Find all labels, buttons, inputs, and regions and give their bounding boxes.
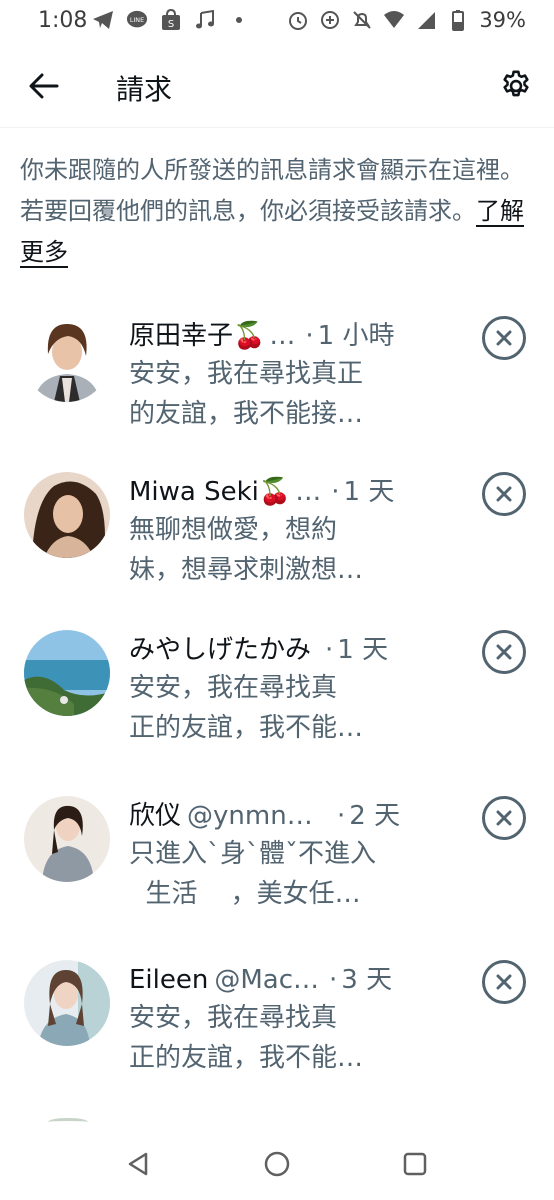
sender-name: 原田幸子🍒	[129, 321, 266, 351]
sender-name: Miwa Seki🍒	[129, 477, 292, 507]
back-triangle-icon	[128, 1152, 148, 1176]
request-time: 1 小時	[317, 321, 395, 351]
close-circle-icon	[496, 974, 512, 990]
intro-description: 你未跟隨的人所發送的訊息請求會顯示在這裡。若要回覆他們的訊息，你必須接受該請求。	[20, 156, 524, 225]
dot-icon	[228, 9, 250, 31]
battery-percent: 39%	[479, 8, 526, 32]
separator-dot: ·	[329, 965, 338, 995]
request-item[interactable]: 原田幸子🍒 … · 1 小時 安安，我在尋找真正 的友誼，我不能接…	[0, 316, 554, 476]
nav-back-button[interactable]	[120, 1146, 156, 1182]
request-item[interactable]: Eileen @Mac… · 3 天 安安，我在尋找真 正的友誼，我不能…	[0, 960, 554, 1120]
message-preview: 無聊想做愛，想約 妹，想尋求刺激想…	[129, 515, 364, 585]
separator-dot: ·	[325, 635, 334, 665]
partial-avatar	[48, 1118, 88, 1126]
avatar[interactable]	[24, 796, 110, 882]
gear-icon	[503, 70, 529, 97]
home-circle-icon	[264, 1151, 290, 1177]
nav-recents-button[interactable]	[397, 1146, 433, 1182]
separator-dot: ·	[305, 321, 314, 351]
app-bar: 請求	[0, 44, 554, 128]
nav-home-button[interactable]	[259, 1146, 295, 1182]
status-time: 1:08	[38, 8, 88, 33]
separator-dot: ·	[331, 477, 340, 507]
request-time: 2 天	[349, 801, 401, 831]
request-time: 3 天	[341, 965, 393, 995]
separator-dot: ·	[337, 801, 346, 831]
reject-request-button[interactable]	[482, 472, 526, 516]
request-header: Miwa Seki🍒 … · 1 天	[129, 472, 429, 512]
request-header: Eileen @Mac… · 3 天	[129, 960, 429, 1000]
reject-request-button[interactable]	[482, 960, 526, 1004]
avatar[interactable]	[24, 472, 110, 558]
back-button[interactable]	[24, 66, 64, 106]
close-circle-icon	[496, 330, 512, 346]
close-circle-icon	[496, 486, 512, 502]
reject-request-button[interactable]	[482, 796, 526, 840]
battery-icon	[447, 9, 469, 31]
avatar[interactable]	[24, 960, 110, 1046]
svg-text:LINE: LINE	[130, 16, 144, 24]
avatar[interactable]	[24, 630, 110, 716]
message-preview: 只進入ˋ身ˋ體ˇ不進入 生活 ，美女任…	[129, 839, 377, 909]
reject-request-button[interactable]	[482, 630, 526, 674]
avatar[interactable]	[24, 316, 110, 402]
mute-icon	[351, 9, 373, 31]
sender-name: 欣仪	[129, 801, 182, 831]
reject-request-button[interactable]	[482, 316, 526, 360]
settings-button[interactable]	[494, 64, 538, 108]
message-preview: 安安，我在尋找真正 的友誼，我不能接…	[129, 359, 364, 429]
sender-handle: @Mac…	[214, 965, 320, 995]
request-item[interactable]: 欣仪 @ynmng… · 2 天 只進入ˋ身ˋ體ˇ不進入 生活 ，美女任…	[0, 796, 554, 956]
request-header: みやしげたかみ · 1 天	[129, 630, 429, 670]
page-title: 請求	[116, 73, 173, 106]
status-bar: 1:08 LINE S 39%	[0, 0, 554, 44]
request-item[interactable]: Miwa Seki🍒 … · 1 天 無聊想做愛，想約 妹，想尋求刺激想…	[0, 472, 554, 632]
recents-square-icon	[403, 1152, 427, 1176]
shopee-icon: S	[160, 9, 182, 31]
close-circle-icon	[496, 810, 512, 826]
name-ellipsis: …	[295, 477, 322, 507]
telegram-icon	[92, 9, 114, 31]
intro-text: 你未跟隨的人所發送的訊息請求會顯示在這裡。若要回覆他們的訊息，你必須接受該請求。…	[20, 150, 530, 273]
request-time: 1 天	[343, 477, 395, 507]
status-left-icons: LINE S	[92, 9, 250, 31]
request-header: 原田幸子🍒 … · 1 小時	[129, 316, 429, 356]
arrow-left-icon	[29, 73, 59, 99]
wifi-icon	[383, 9, 405, 31]
request-header: 欣仪 @ynmng… · 2 天	[129, 796, 429, 836]
message-preview: 安安，我在尋找真 正的友誼，我不能…	[129, 1003, 364, 1073]
line-icon: LINE	[126, 9, 148, 31]
alarm-icon	[287, 9, 309, 31]
signal-icon	[415, 9, 437, 31]
sender-handle: @ynmng…	[187, 801, 328, 831]
request-item[interactable]: みやしげたかみ · 1 天 安安，我在尋找真 正的友誼，我不能…	[0, 630, 554, 790]
navigation-bar	[0, 1126, 554, 1200]
request-time: 1 天	[337, 635, 389, 665]
data-saver-icon	[319, 9, 341, 31]
status-right-icons: 39%	[287, 8, 526, 32]
music-icon	[194, 9, 216, 31]
svg-text:S: S	[168, 19, 174, 30]
name-ellipsis: …	[269, 321, 296, 351]
sender-name: Eileen	[129, 965, 209, 995]
close-circle-icon	[496, 644, 512, 660]
sender-name: みやしげたかみ	[129, 635, 312, 665]
message-preview: 安安，我在尋找真 正的友誼，我不能…	[129, 673, 364, 743]
